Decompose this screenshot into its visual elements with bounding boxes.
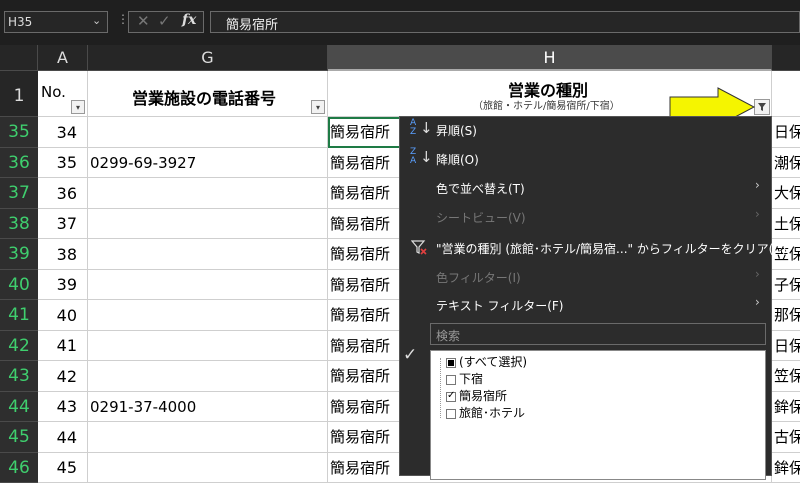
cell-phone[interactable] (88, 422, 328, 453)
chevron-right-icon: › (755, 267, 760, 281)
row-header[interactable]: 35 (0, 117, 38, 148)
cell-address[interactable]: 鉾保 (772, 392, 800, 422)
cell-address[interactable]: 子保 (772, 270, 800, 300)
row-header[interactable]: 40 (0, 270, 38, 300)
header-phone-label: 営業施設の電話番号 (132, 89, 277, 108)
insert-function-icon[interactable]: fx (182, 12, 196, 28)
sort-asc-icon: AZ (410, 118, 417, 137)
cell-no[interactable]: 45 (38, 453, 88, 483)
header-cell-i[interactable] (772, 71, 800, 117)
tree-line (440, 358, 442, 418)
sort-desc-icon: ZA (410, 147, 417, 166)
cell-address[interactable]: 日保 (772, 331, 800, 361)
checkbox-icon[interactable] (446, 374, 456, 385)
cell-address[interactable]: 笠保 (772, 361, 800, 392)
column-header-h[interactable]: H (328, 45, 772, 71)
column-header-a[interactable]: A (38, 45, 88, 71)
filter-dropdown-icon[interactable]: ▾ (71, 100, 85, 114)
cell-phone[interactable] (88, 270, 328, 300)
cell-no[interactable]: 44 (38, 422, 88, 453)
filter-dropdown-icon[interactable]: ▾ (311, 100, 325, 114)
clear-filter-icon (410, 239, 427, 259)
cell-address[interactable]: 鉾保 (772, 453, 800, 483)
cell-address[interactable]: 古保 (772, 422, 800, 453)
menu-sort-asc[interactable]: 昇順(S) (436, 122, 477, 139)
filter-option-select-all[interactable]: (すべて選択) (446, 353, 527, 370)
menu-filter-by-color: 色フィルター(I) (436, 271, 521, 285)
cell-no[interactable]: 40 (38, 300, 88, 331)
filter-option-geshuku[interactable]: 下宿 (446, 370, 483, 387)
row-header[interactable]: 36 (0, 148, 38, 178)
cell-no[interactable]: 35 (38, 148, 88, 178)
header-type-subtitle: （旅館・ホテル/簡易宿所/下宿） (473, 101, 620, 112)
row-header[interactable]: 39 (0, 239, 38, 270)
row-header[interactable]: 37 (0, 178, 38, 209)
cell-address[interactable]: 那保 (772, 300, 800, 331)
cell-phone[interactable] (88, 331, 328, 361)
chevron-right-icon: › (755, 178, 760, 192)
row-header[interactable]: 45 (0, 422, 38, 453)
row-header[interactable]: 38 (0, 209, 38, 239)
filter-option-kanishukusho[interactable]: 簡易宿所 (446, 387, 507, 404)
cell-address[interactable]: 土保 (772, 209, 800, 239)
row-header[interactable]: 43 (0, 361, 38, 392)
checkbox-icon[interactable] (446, 408, 456, 419)
cell-no[interactable]: 41 (38, 331, 88, 361)
cell-address[interactable]: 大保 (772, 178, 800, 209)
header-cell-no[interactable]: No. ▾ (38, 71, 88, 117)
header-no-label: No. (41, 83, 66, 101)
menu-sort-by-color[interactable]: 色で並べ替え(T) (436, 180, 525, 197)
cell-phone[interactable] (88, 361, 328, 392)
cell-no[interactable]: 34 (38, 117, 88, 148)
cell-phone[interactable] (88, 117, 328, 148)
cell-no[interactable]: 36 (38, 178, 88, 209)
menu-text-filter[interactable]: テキスト フィルター(F) (436, 297, 563, 314)
menu-sort-desc[interactable]: 降順(O) (436, 151, 479, 168)
cancel-icon[interactable]: ✕ (137, 12, 150, 30)
cell-no[interactable]: 43 (38, 392, 88, 422)
filter-search-placeholder: 検索 (436, 329, 461, 343)
cell-phone[interactable] (88, 300, 328, 331)
row-header-1[interactable]: 1 (0, 71, 38, 117)
cell-phone[interactable] (88, 239, 328, 270)
cell-phone[interactable]: 0299-69-3927 (88, 148, 328, 178)
cell-phone[interactable] (88, 453, 328, 483)
cell-no[interactable]: 42 (38, 361, 88, 392)
cell-phone[interactable] (88, 209, 328, 239)
row-header[interactable]: 42 (0, 331, 38, 361)
row-header[interactable]: 41 (0, 300, 38, 331)
chevron-right-icon: › (755, 207, 760, 221)
cell-phone[interactable]: 0291-37-4000 (88, 392, 328, 422)
row-header[interactable]: 46 (0, 453, 38, 483)
row-header[interactable]: 44 (0, 392, 38, 422)
sort-arrow-icon: ↓ (420, 148, 433, 166)
name-box-value: H35 (8, 15, 33, 29)
column-header-g[interactable]: G (88, 45, 328, 71)
filter-applied-icon[interactable] (754, 99, 770, 115)
column-header-i[interactable] (772, 45, 800, 71)
menu-clear-filter[interactable]: "営業の種別 (旅館･ホテル/簡易宿..." からフィルターをクリア(C) (436, 240, 786, 257)
checkbox-partial-icon[interactable] (446, 357, 456, 368)
cell-no[interactable]: 39 (38, 270, 88, 300)
header-cell-phone[interactable]: 営業施設の電話番号 ▾ (88, 71, 328, 117)
menu-sheet-view: シートビュー(V) (436, 211, 526, 225)
cell-phone[interactable] (88, 178, 328, 209)
filter-search-input[interactable] (430, 323, 766, 345)
cell-no[interactable]: 38 (38, 239, 88, 270)
chevron-down-icon[interactable]: ⌄ (92, 14, 101, 27)
formula-input[interactable] (210, 11, 800, 33)
cell-no[interactable]: 37 (38, 209, 88, 239)
enter-icon[interactable]: ✓ (158, 12, 171, 30)
sort-arrow-icon: ↓ (420, 119, 433, 137)
formula-value: 簡易宿所 (226, 18, 279, 33)
select-all-corner[interactable] (0, 45, 38, 71)
filter-option-ryokan-hotel[interactable]: 旅館･ホテル (446, 404, 525, 421)
check-icon: ✓ (403, 345, 418, 365)
chevron-right-icon: › (755, 295, 760, 309)
checkbox-checked-icon[interactable] (446, 390, 456, 402)
cell-address[interactable]: 日保 (772, 117, 800, 148)
cell-address[interactable]: 潮保 (772, 148, 800, 178)
